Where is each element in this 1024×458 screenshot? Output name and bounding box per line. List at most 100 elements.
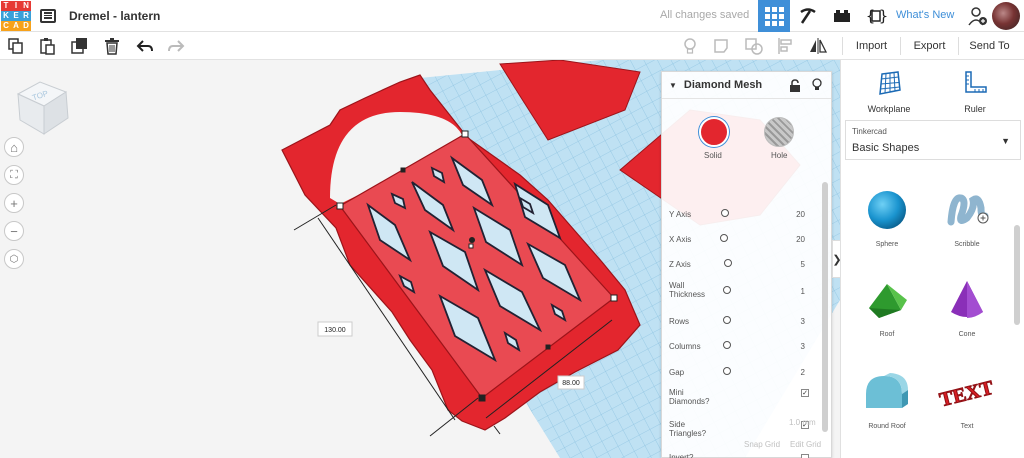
logo-letter: I [11, 0, 21, 11]
export-button[interactable]: Export [900, 37, 958, 55]
send-to-button[interactable]: Send To [958, 37, 1020, 55]
group-icon [745, 38, 763, 55]
whats-new-link[interactable]: What's New [896, 9, 954, 21]
tinkercad-logo[interactable]: TINKERCAD [1, 0, 31, 31]
checkbox[interactable]: ✓ [801, 389, 809, 397]
save-status: All changes saved [660, 9, 750, 21]
checkbox[interactable] [801, 454, 809, 458]
scribble-icon [947, 194, 989, 226]
inspector-header[interactable]: ▼ Diamond Mesh [662, 72, 831, 99]
import-button[interactable]: Import [842, 37, 900, 55]
codeblocks-view-button[interactable]: {} [860, 0, 892, 32]
cone-icon [951, 281, 983, 318]
property-value[interactable]: 1 [801, 287, 805, 296]
fit-view-button[interactable]: ⛶ [4, 165, 24, 185]
text-shape-word: TEXT [937, 377, 996, 412]
property-slider[interactable] [721, 209, 729, 217]
mirror-button[interactable] [808, 36, 828, 56]
3d-design-view-button[interactable] [758, 0, 790, 32]
workplane-button[interactable]: Workplane [859, 70, 919, 114]
redo-button[interactable] [166, 36, 186, 56]
view-cube[interactable]: TOP [14, 78, 74, 138]
library-category: Basic Shapes [852, 142, 920, 154]
property-value[interactable]: 2 [801, 368, 805, 377]
checkbox-label: Invert? [669, 453, 694, 458]
inspector-scrollbar[interactable] [822, 182, 828, 432]
hole-button[interactable] [764, 117, 794, 147]
round-roof-icon [866, 373, 908, 408]
document-title[interactable]: Dremel - lantern [69, 9, 160, 23]
add-user-icon [968, 7, 987, 26]
text-icon: TEXT [937, 376, 997, 412]
solid-label: Solid [704, 151, 722, 160]
edit-grid-label[interactable]: Edit Grid [790, 440, 821, 449]
property-slider[interactable] [724, 259, 732, 267]
grid-icon [764, 6, 784, 26]
lightbulb-icon[interactable] [811, 78, 823, 92]
property-value[interactable]: 5 [801, 260, 805, 269]
lock-icon[interactable] [789, 79, 801, 92]
user-avatar[interactable] [992, 2, 1020, 30]
property-value[interactable]: 3 [801, 342, 805, 351]
bricks-view-button[interactable] [826, 0, 858, 32]
dimension-length-label: 130.00 [324, 327, 346, 334]
perspective-button[interactable]: ⬡ [4, 249, 24, 269]
paste-button[interactable] [37, 36, 57, 56]
duplicate-button[interactable] [70, 36, 90, 56]
logo-letter: T [1, 0, 11, 11]
property-slider[interactable] [723, 341, 731, 349]
document-list-icon[interactable] [40, 8, 56, 23]
shape-label: Cone [958, 331, 976, 338]
note-button[interactable] [712, 36, 732, 56]
snap-grid-label[interactable]: Snap Grid [744, 440, 780, 449]
dimension-width-label: 88.00 [562, 380, 580, 387]
shape-round-roof[interactable]: Round Roof [852, 370, 922, 430]
library-provider: Tinkercad [852, 127, 887, 136]
ruler-button[interactable]: Ruler [945, 70, 1005, 114]
logo-letter: D [21, 20, 31, 31]
shape-label: Round Roof [868, 423, 906, 430]
home-view-button[interactable]: ⌂ [4, 137, 24, 157]
property-slider[interactable] [723, 286, 731, 294]
height-handle[interactable] [469, 237, 475, 243]
minus-icon: − [10, 223, 18, 239]
blocks-view-button[interactable] [792, 0, 824, 32]
group-button[interactable] [744, 36, 764, 56]
solid-color-button[interactable] [699, 117, 729, 147]
align-button[interactable] [776, 36, 796, 56]
plus-icon: + [10, 195, 18, 211]
library-scrollbar[interactable] [1014, 225, 1020, 325]
workplane-label: Workplane [867, 104, 911, 114]
invite-user-button[interactable] [962, 0, 994, 32]
property-value[interactable]: 20 [796, 235, 805, 244]
align-icon [778, 38, 792, 54]
property-value[interactable]: 20 [796, 210, 805, 219]
zoom-out-button[interactable]: − [4, 221, 24, 241]
copy-button[interactable] [6, 36, 26, 56]
workplane-icon [879, 71, 901, 95]
shape-label: Scribble [954, 241, 980, 248]
delete-button[interactable] [102, 36, 122, 56]
undo-button[interactable] [135, 36, 155, 56]
trash-icon [105, 38, 119, 55]
shape-library-select[interactable]: Tinkercad Basic Shapes ▼ [845, 120, 1021, 160]
property-label: Wall Thickness [669, 281, 706, 299]
checkbox-label: Side Triangles? [669, 420, 707, 438]
shape-sphere[interactable]: Sphere [852, 188, 922, 248]
property-slider[interactable] [723, 367, 731, 375]
inspector-title: Diamond Mesh [683, 79, 763, 91]
property-value[interactable]: 3 [801, 317, 805, 326]
property-slider[interactable] [723, 316, 731, 324]
show-notes-button[interactable] [680, 36, 700, 56]
shape-roof[interactable]: Roof [852, 278, 922, 338]
shape-scribble[interactable]: Scribble [932, 188, 1002, 248]
property-slider[interactable] [720, 234, 728, 242]
zoom-in-button[interactable]: + [4, 193, 24, 213]
roof-icon [869, 284, 907, 318]
shape-text[interactable]: TEXT Text [932, 370, 1002, 430]
note-icon [714, 39, 728, 53]
property-label: Z Axis [669, 260, 691, 269]
shape-cone[interactable]: Cone [932, 278, 1002, 338]
collapse-caret-icon[interactable]: ▼ [669, 81, 677, 90]
logo-letter: R [21, 10, 31, 21]
